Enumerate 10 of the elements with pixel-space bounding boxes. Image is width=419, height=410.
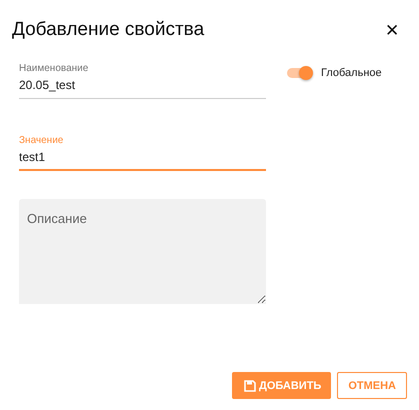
save-icon xyxy=(244,380,256,392)
toggle-switch[interactable] xyxy=(287,66,313,80)
description-field[interactable]: Описание xyxy=(19,199,266,304)
close-button[interactable]: ✕ xyxy=(385,20,399,40)
input-field[interactable]: test1 xyxy=(19,150,266,171)
field-label: Наименование xyxy=(19,63,90,75)
field-label: Значение xyxy=(19,135,64,147)
input-field[interactable]: 20.05_test xyxy=(19,78,266,99)
toggle-label: Глобальное xyxy=(321,67,382,79)
dialog-title: Добавление свойства xyxy=(12,19,204,41)
